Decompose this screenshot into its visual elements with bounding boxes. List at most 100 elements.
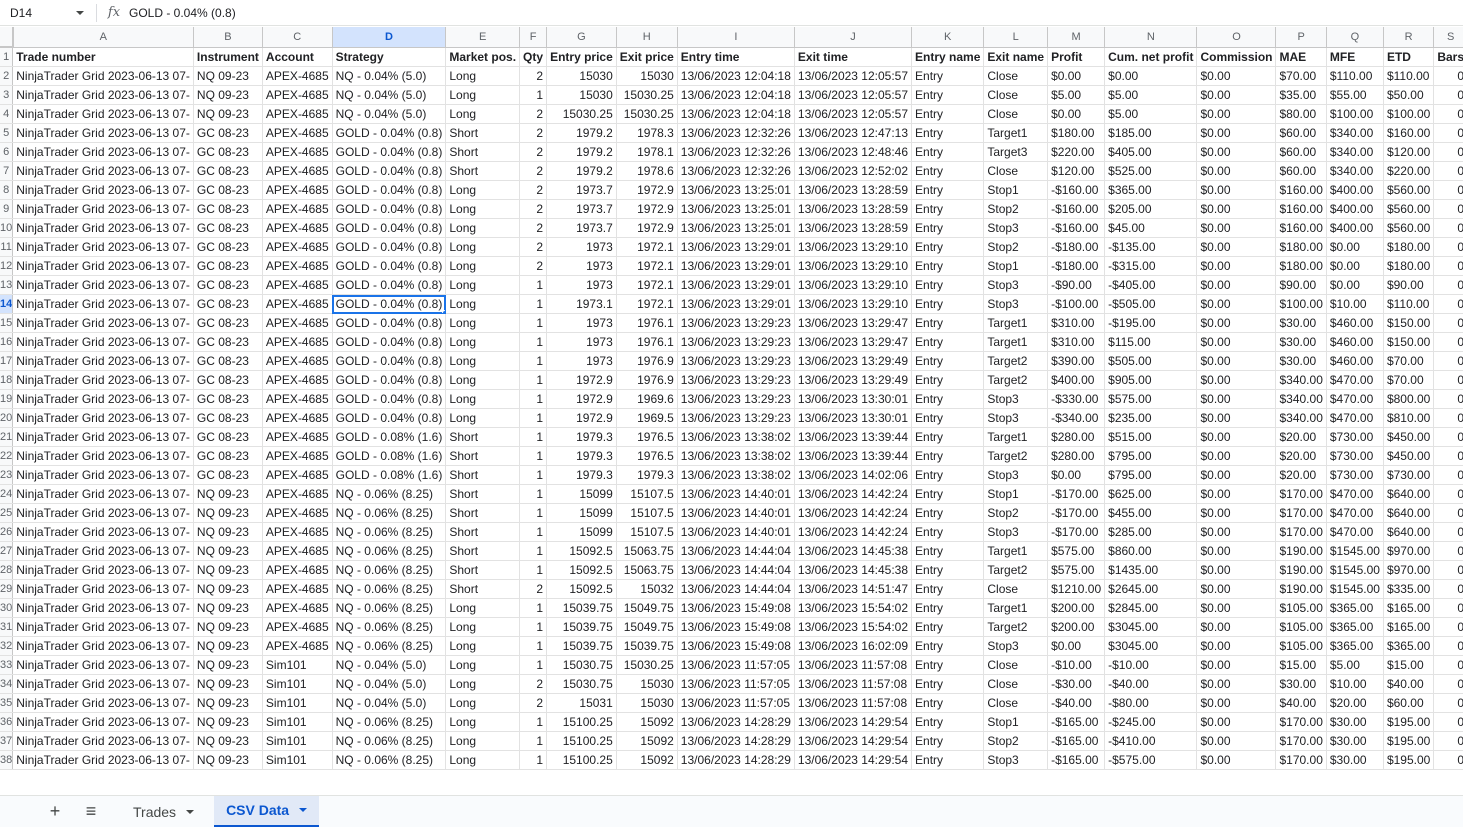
cell[interactable]: Entry [911,256,985,276]
cell[interactable]: $105.00 [1275,598,1327,618]
cell[interactable]: APEX-4685 [262,636,333,656]
cell[interactable]: $365.00 [1326,636,1384,656]
cell[interactable]: NinjaTrader Grid 2023-06-13 07- [12,180,194,200]
name-box[interactable]: D14 [0,0,92,26]
cell[interactable]: APEX-4685 [262,161,333,181]
cell[interactable]: 13/06/2023 14:02:06 [794,465,913,485]
cell[interactable]: NinjaTrader Grid 2023-06-13 07- [12,123,194,143]
cell[interactable]: Long [445,617,521,637]
cell[interactable]: Entry [911,85,985,105]
cell[interactable]: $470.00 [1326,522,1384,542]
cell[interactable]: $455.00 [1104,503,1198,523]
cell[interactable]: $0.00 [1196,237,1277,257]
cell[interactable]: $0.00 [1326,256,1384,276]
cell[interactable]: NQ - 0.06% (8.25) [332,522,447,542]
cell[interactable]: $640.00 [1383,503,1435,523]
cell[interactable]: $200.00 [1047,598,1106,618]
column-label[interactable]: Qty [519,47,548,67]
cell[interactable]: Sim101 [262,693,333,713]
cell[interactable]: 15031 [546,693,617,713]
cell[interactable]: NQ 09-23 [193,731,263,751]
cell[interactable]: 0 [1433,503,1463,523]
cell[interactable]: 13/06/2023 12:04:18 [677,66,795,86]
cell[interactable]: GOLD - 0.08% (1.6) [332,427,447,447]
cell[interactable]: 1 [519,598,548,618]
cell[interactable]: GC 08-23 [193,275,263,295]
cell[interactable]: 0 [1433,617,1463,637]
cell[interactable]: $400.00 [1047,370,1106,390]
cell[interactable]: Short [445,123,521,143]
cell[interactable]: 1973.7 [546,180,617,200]
cell[interactable]: 0 [1433,199,1463,219]
cell[interactable]: NinjaTrader Grid 2023-06-13 07- [12,275,194,295]
cell[interactable]: 15099 [546,522,617,542]
cell[interactable]: Target1 [983,332,1049,352]
cell[interactable]: $0.00 [1196,332,1277,352]
cell[interactable]: -$410.00 [1104,731,1198,751]
cell[interactable]: 1972.9 [546,408,617,428]
cell[interactable]: 1 [519,351,548,371]
cell[interactable]: $180.00 [1275,256,1327,276]
cell[interactable]: $0.00 [1196,598,1277,618]
cell[interactable]: Long [445,275,521,295]
cell[interactable]: NinjaTrader Grid 2023-06-13 07- [12,503,194,523]
cell[interactable]: -$180.00 [1047,237,1106,257]
cell[interactable]: GC 08-23 [193,142,263,162]
cell[interactable]: NinjaTrader Grid 2023-06-13 07- [12,579,194,599]
cell[interactable]: 13/06/2023 13:38:02 [677,446,795,466]
cell[interactable]: $310.00 [1047,313,1106,333]
cell[interactable]: $340.00 [1326,161,1384,181]
cell[interactable]: Entry [911,655,985,675]
cell[interactable]: 0 [1433,712,1463,732]
cell[interactable]: 13/06/2023 14:44:04 [677,579,795,599]
cell[interactable]: $335.00 [1383,579,1435,599]
cell[interactable]: $5.00 [1326,655,1384,675]
cell[interactable]: Stop1 [983,180,1049,200]
cell[interactable]: $100.00 [1383,104,1435,124]
cell[interactable]: 13/06/2023 13:29:23 [677,351,795,371]
row-header[interactable]: 20 [0,408,14,428]
cell[interactable]: Stop3 [983,750,1049,770]
cell[interactable]: 2 [519,693,548,713]
cell[interactable]: $5.00 [1104,104,1198,124]
cell[interactable]: -$575.00 [1104,750,1198,770]
cell[interactable]: 1979.2 [546,161,617,181]
row-header[interactable]: 21 [0,427,14,447]
cell[interactable]: 0 [1433,636,1463,656]
cell[interactable]: NQ - 0.04% (5.0) [332,66,447,86]
cell[interactable]: Stop3 [983,389,1049,409]
cell[interactable]: $730.00 [1383,465,1435,485]
cell[interactable]: Sim101 [262,655,333,675]
cell[interactable]: Entry [911,275,985,295]
cell[interactable]: Short [445,161,521,181]
cell[interactable]: $0.00 [1196,85,1277,105]
cell[interactable]: -$80.00 [1104,693,1198,713]
cell[interactable]: NQ - 0.04% (5.0) [332,674,447,694]
cell[interactable]: 0 [1433,427,1463,447]
cell[interactable]: Long [445,655,521,675]
cell[interactable]: Entry [911,674,985,694]
column-label[interactable]: Commission [1196,47,1277,67]
cell[interactable]: Entry [911,484,985,504]
row-header[interactable]: 12 [0,256,14,276]
cell[interactable]: NinjaTrader Grid 2023-06-13 07- [12,522,194,542]
cell[interactable]: 13/06/2023 12:47:13 [794,123,913,143]
cell[interactable]: GC 08-23 [193,180,263,200]
column-header-s[interactable]: S [1433,27,1463,48]
cell[interactable]: Entry [911,332,985,352]
cell[interactable]: $20.00 [1275,446,1327,466]
cell[interactable]: 1973 [546,275,617,295]
cell[interactable]: 0 [1433,275,1463,295]
cell[interactable]: $0.00 [1196,731,1277,751]
cell[interactable]: $365.00 [1383,636,1435,656]
cell[interactable]: 1 [519,522,548,542]
row-header[interactable]: 14 [0,294,14,314]
cell[interactable]: Entry [911,294,985,314]
cell[interactable]: $15.00 [1383,655,1435,675]
cell[interactable]: Entry [911,579,985,599]
cell[interactable]: $30.00 [1326,750,1384,770]
cell[interactable]: 0 [1433,313,1463,333]
cell[interactable]: $340.00 [1326,142,1384,162]
cell[interactable]: 15100.25 [546,731,617,751]
cell[interactable]: $70.00 [1383,351,1435,371]
